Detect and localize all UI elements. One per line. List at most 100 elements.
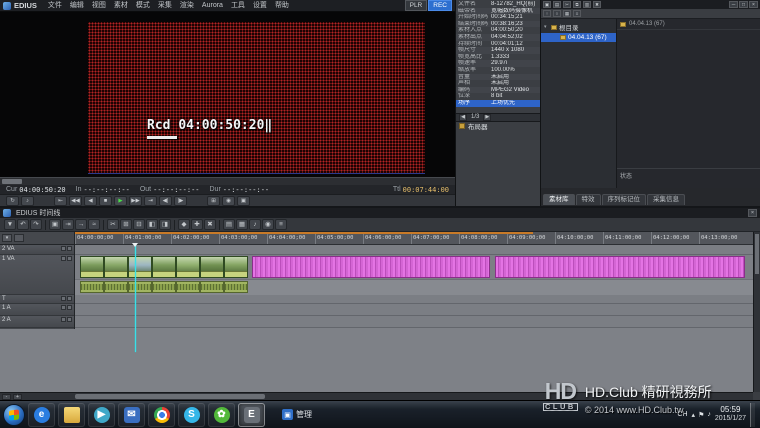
bin-clip-list[interactable]: 04.04.13 (67) 状态 [617,19,760,188]
set-out-button[interactable]: ⇥ [144,196,157,206]
track-t-row[interactable] [75,295,753,304]
sequence-settings-icon[interactable]: ▼ [4,219,16,230]
video-clip[interactable] [104,256,128,278]
track-1a-row[interactable] [75,304,753,316]
track-1va-row[interactable] [75,255,753,295]
playhead-line[interactable] [135,245,136,352]
menu-item[interactable]: 模式 [132,0,154,11]
trim-out-icon[interactable]: ◨ [159,219,171,230]
menu-item[interactable]: 工具 [227,0,249,11]
remove-gap-icon[interactable]: ⊟ [133,219,145,230]
display-mode-icon[interactable]: ▤ [223,219,235,230]
info-row[interactable]: 声相未启用 [456,80,540,87]
info-row[interactable]: 场序上场优先 [456,100,540,107]
video-clip[interactable] [80,256,104,278]
pager-prev-button[interactable]: ◀ [459,114,467,121]
track-mute-icon[interactable] [61,317,66,322]
tray-volume-icon[interactable]: ♪ [707,411,711,419]
redo-icon[interactable]: ↷ [30,219,42,230]
info-row[interactable]: 缩放率100.00% [456,67,540,74]
track-mute-icon[interactable] [61,256,66,261]
taskbar-deskband[interactable]: ▣ 管理 [282,409,312,420]
delete-icon[interactable]: ✖ [204,219,216,230]
plr-mode-button[interactable]: PLR [405,0,428,11]
close-icon[interactable]: × [748,209,757,217]
bin-view-icon[interactable]: ▦ [563,10,571,17]
menu-item[interactable]: 视图 [88,0,110,11]
info-row[interactable]: 位深8 bit [456,93,540,100]
track-lock-icon[interactable] [67,317,72,322]
bin-up-folder-icon[interactable]: ↑ [543,10,551,17]
chrome-taskbar-button[interactable] [148,403,175,427]
bin-new-folder-icon[interactable]: ▤ [553,1,561,8]
ruler-options-button[interactable] [14,234,24,242]
timeline-horizontal-scrollbar[interactable]: - + [0,392,753,400]
track-1a-header[interactable]: 1 A [0,304,74,316]
info-row[interactable]: 帧尺寸1440 x 1080 [456,47,540,54]
toolbar-menu-icon[interactable]: ≡ [275,219,287,230]
audio-mixer-icon[interactable]: ♪ [249,219,261,230]
video-clip[interactable] [224,256,248,278]
taskbar-clock[interactable]: 05:59 2015/1/27 [715,405,746,424]
maximize-button[interactable]: □ [739,1,748,8]
color-matte-clip[interactable] [252,256,490,278]
audio-clip[interactable] [80,281,104,293]
set-in-button[interactable]: ⇤ [54,196,67,206]
info-row[interactable]: 磁带名宽幅数码摄像机 [456,8,540,15]
color-matte-clip[interactable] [495,256,745,278]
track-lock-icon[interactable] [67,246,72,251]
mail-taskbar-button[interactable]: ✉ [118,403,145,427]
playhead-marker[interactable] [132,243,138,250]
loop-button[interactable]: ↻ [6,196,19,206]
minimize-button[interactable]: ─ [729,1,738,8]
timeline-ruler[interactable]: 04:00:00;0004:01:00;0004:02:00;0004:03:0… [75,232,753,245]
tray-expand-icon[interactable]: ▴ [692,411,696,419]
capture-button[interactable]: ◉ [222,196,235,206]
track-lock-icon[interactable] [67,256,72,261]
info-row[interactable]: 编码MPEG2 Video [456,87,540,94]
bin-new-clip-icon[interactable]: ▣ [543,1,551,8]
menu-item[interactable]: Aurora [198,0,227,11]
stop-button[interactable]: ■ [99,196,112,206]
info-row[interactable]: 素材出点04:04:52;02 [456,34,540,41]
menu-item[interactable]: 素材 [110,0,132,11]
add-clip-icon[interactable]: ⊞ [120,219,132,230]
ie-taskbar-button[interactable]: e [28,403,55,427]
add-track-icon[interactable]: ✚ [191,219,203,230]
cut-icon[interactable]: ✂ [107,219,119,230]
tree-expander-icon[interactable]: ▾ [544,24,549,30]
add-to-timeline-button[interactable]: ⊞ [207,196,220,206]
audio-clip[interactable] [128,281,152,293]
video-clip[interactable] [152,256,176,278]
menu-item[interactable]: 文件 [44,0,66,11]
audio-clip[interactable] [176,281,200,293]
video-clip[interactable] [128,256,152,278]
ripple-mode-icon[interactable]: ≈ [88,219,100,230]
info-row[interactable]: 帧速率29.97i [456,60,540,67]
position-bar-thumb[interactable] [2,179,22,184]
vertical-scroll-thumb[interactable] [755,234,759,274]
track-mute-icon[interactable] [61,305,66,310]
bin-cut-icon[interactable]: ✂ [563,1,571,8]
skype-taskbar-button[interactable]: S [178,403,205,427]
audio-monitor-button[interactable]: ♪ [21,196,34,206]
info-row[interactable]: 开始时间码00:34:15;21 [456,14,540,21]
audio-clip[interactable] [224,281,248,293]
play-button[interactable]: ▶ [114,196,127,206]
bin-search-icon[interactable]: ○ [553,10,561,17]
media-player-taskbar-button[interactable]: ▶ [88,403,115,427]
horizontal-scroll-thumb[interactable] [75,394,265,399]
tab-sequence-marker[interactable]: 序列标记位 [602,194,647,205]
bin-paste-icon[interactable]: ▥ [583,1,591,8]
track-2a-header[interactable]: 2 A [0,316,74,328]
undo-icon[interactable]: ↶ [17,219,29,230]
track-1va-header[interactable]: 1 VA [0,255,74,295]
video-clip[interactable] [200,256,224,278]
info-row[interactable]: 结束时间码00:38:16;23 [456,21,540,28]
track-2a-row[interactable] [75,316,753,328]
info-row[interactable]: 持续时间00:04:01;12 [456,41,540,48]
explorer-taskbar-button[interactable] [58,403,85,427]
audio-clip[interactable] [200,281,224,293]
pager-next-button[interactable]: ▶ [483,114,491,121]
start-button[interactable] [3,404,25,426]
